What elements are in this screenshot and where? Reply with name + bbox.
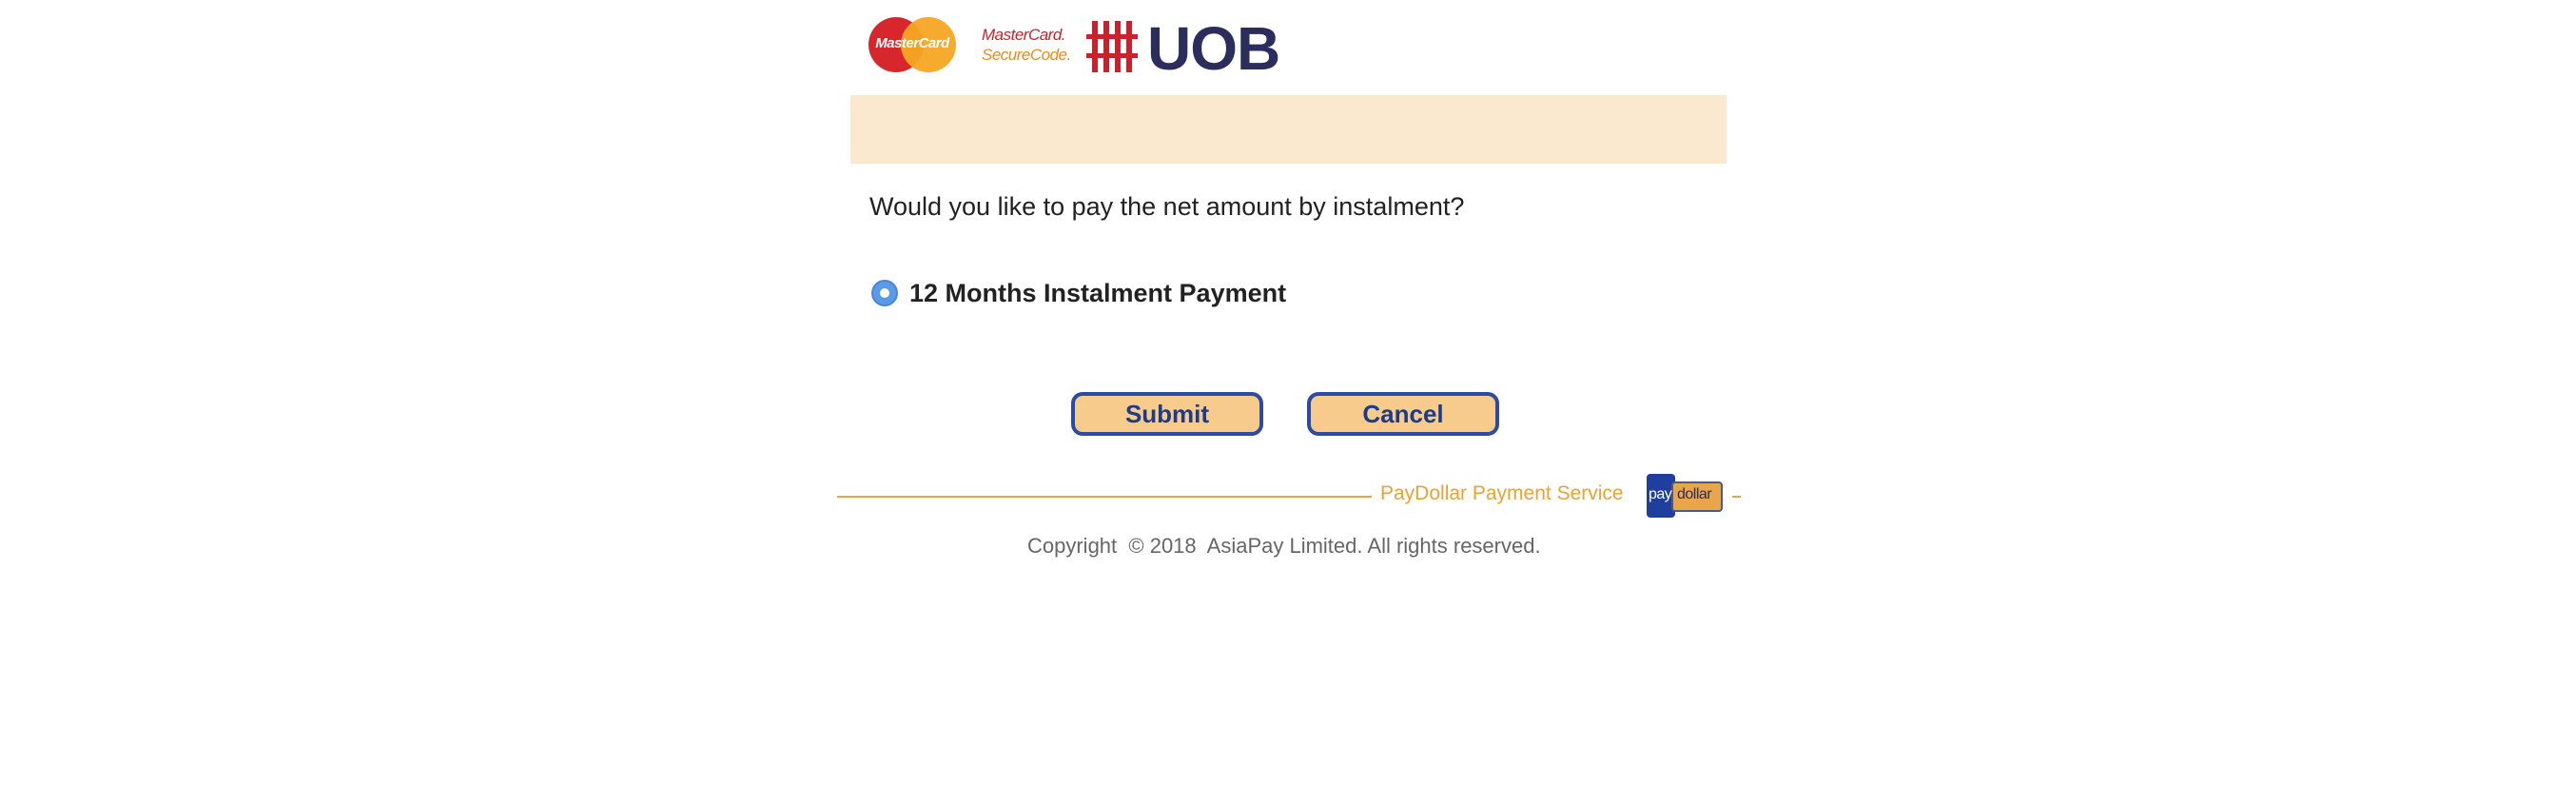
instalment-option-12-months[interactable]: 12 Months Instalment Payment [871,276,1286,310]
header-banner [850,95,1727,164]
paydollar-logo-dollar-text: dollar [1677,486,1712,502]
cancel-button[interactable]: Cancel [1307,392,1499,436]
uob-logo-text: UOB [1147,14,1280,83]
instalment-radio[interactable] [871,280,898,306]
submit-button[interactable]: Submit [1071,392,1263,436]
payment-page: MasterCard MasterCard. SecureCode. UOB W… [0,0,2576,805]
copyright-text: Copyright © 2018 AsiaPay Limited. All ri… [1027,534,1541,558]
paydollar-logo-pay-text: pay [1649,486,1672,502]
mastercard-logo-icon: MasterCard [868,17,956,72]
securecode-line1: MasterCard. [982,26,1066,44]
paydollar-service-text: PayDollar Payment Service [1380,482,1624,504]
securecode-line2: SecureCode. [982,46,1071,64]
footer-divider-left [837,496,1372,498]
mastercard-logo-text: MasterCard [875,35,949,51]
securecode-logo-icon: MasterCard. SecureCode. [982,25,1077,70]
uob-logo-icon: UOB [1086,14,1296,83]
footer-divider-right [1732,496,1741,498]
uob-mark-icon [1086,21,1138,72]
radio-selected-dot [880,288,889,298]
header-logo-bar: MasterCard MasterCard. SecureCode. UOB [866,13,1284,83]
paydollar-logo-icon: pay dollar [1647,474,1723,518]
instalment-option-label: 12 Months Instalment Payment [909,278,1287,307]
instalment-question: Would you like to pay the net amount by … [869,192,1465,221]
